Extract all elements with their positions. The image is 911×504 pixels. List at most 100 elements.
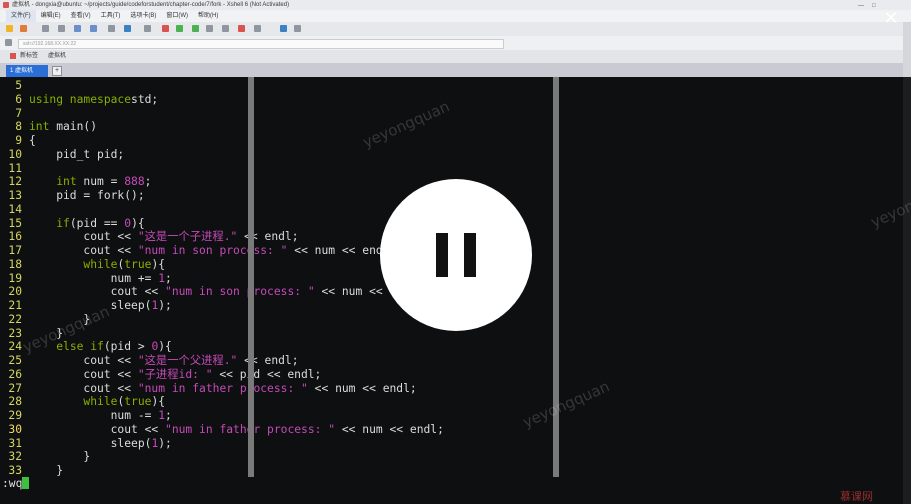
keyword: else if [56, 340, 104, 354]
window-title: 虚拟机 - dongxia@ubuntu: ~/projects/guide/c… [12, 2, 290, 8]
code-text: (pid == [69, 216, 125, 230]
toolbar [0, 22, 911, 36]
layout-icon[interactable] [254, 25, 261, 32]
code-line: 11 [0, 162, 444, 176]
code-text: ); [158, 299, 172, 312]
disconnect-icon[interactable] [42, 25, 49, 32]
menu-item[interactable]: 工具(T) [96, 10, 126, 22]
menu-item[interactable]: 帮助(H) [193, 10, 223, 22]
address-input[interactable]: ssh://192.168.XX.XX:22 [18, 39, 504, 49]
line-number: 6 [15, 92, 22, 106]
pause-icon [464, 233, 476, 277]
lock-icon[interactable] [206, 25, 213, 32]
code-line: 26 cout << "子进程id: " << pid << endl; [0, 368, 444, 382]
line-number: 28 [8, 395, 22, 409]
code-text: ; [165, 271, 172, 285]
code-text: ); [158, 436, 172, 450]
reconnect-icon[interactable] [58, 25, 65, 32]
line-number: 26 [8, 367, 22, 381]
code-line: 21 sleep(1); [0, 299, 444, 313]
find-icon[interactable] [108, 25, 115, 32]
menu-item[interactable]: 查看(V) [66, 10, 96, 22]
menu-item[interactable]: 编辑(E) [36, 10, 66, 22]
code-line: 16 cout << "这是一个子进程." << endl; [0, 230, 444, 244]
session-item-vm[interactable]: 虚拟机 [48, 50, 66, 63]
code-line: 13 pid = fork(); [0, 189, 444, 203]
code-text: ; [144, 175, 152, 189]
code-text: pid = fork(); [29, 189, 145, 202]
string-literal: "子进程id: " [137, 367, 213, 381]
code-text: num += [29, 271, 159, 285]
pause-button[interactable] [380, 179, 532, 331]
xftp-icon[interactable] [162, 25, 169, 32]
code-line: 20 cout << "num in son process: " << num… [0, 285, 444, 299]
session-bar: 新标签 虚拟机 [0, 50, 911, 63]
line-number: 24 [8, 340, 22, 354]
code-text: std; [131, 92, 159, 106]
new-session-icon[interactable] [6, 25, 13, 32]
number-literal: 888 [124, 175, 145, 189]
line-number: 22 [8, 312, 22, 326]
line-number: 16 [8, 230, 22, 244]
window-chrome: 虚拟机 - dongxia@ubuntu: ~/projects/guide/c… [0, 0, 911, 77]
brand-logo: 慕课网 [840, 490, 873, 503]
line-number: 9 [15, 134, 22, 147]
command-text: :wq [2, 477, 23, 490]
code-line: 28 while(true){ [0, 395, 444, 409]
code-text: << num << endl; [307, 381, 417, 395]
line-number: 8 [15, 120, 22, 134]
address-icon [5, 39, 12, 46]
code-text: ; [165, 409, 172, 422]
code-line: 6 using namespacestd; [0, 93, 444, 107]
code-text: cout << [29, 381, 138, 395]
line-number: 29 [8, 409, 22, 422]
line-number: 7 [15, 106, 22, 120]
session-item-new[interactable]: 新标签 [20, 50, 38, 63]
close-icon[interactable]: ✕ [880, 8, 902, 30]
code-text: sleep( [29, 436, 152, 450]
paste-icon[interactable] [90, 25, 97, 32]
settings-icon[interactable] [294, 25, 301, 32]
code-text: cout << [29, 285, 166, 299]
keyword: while [83, 395, 118, 409]
highlight-icon[interactable] [238, 25, 245, 32]
terminal-scrollbar[interactable] [903, 77, 911, 504]
copy-icon[interactable] [74, 25, 81, 32]
code-line: 14 [0, 203, 444, 217]
globe-icon[interactable] [124, 25, 131, 32]
line-number: 5 [15, 79, 22, 92]
menu-item[interactable]: 文件(F) [6, 10, 36, 22]
keyboard-icon[interactable] [222, 25, 229, 32]
vertical-divider [248, 77, 254, 477]
string-literal: "num in son process: " [165, 285, 315, 299]
keyword: true [124, 257, 152, 271]
code-line: 25 cout << "这是一个父进程." << endl; [0, 354, 444, 368]
code-line: 5 [0, 79, 444, 93]
add-tab-button[interactable]: + [52, 66, 62, 76]
line-number: 31 [8, 436, 22, 450]
open-folder-icon[interactable] [20, 25, 27, 32]
code-text: cout << [29, 354, 138, 367]
code-text: (pid > [103, 340, 152, 354]
session-icon [10, 53, 16, 59]
menu-item[interactable]: 选项卡(B) [125, 10, 161, 22]
code-line: 32 } [0, 450, 444, 464]
code-text: << pid << endl; [212, 367, 322, 381]
help-icon[interactable] [280, 25, 287, 32]
line-number: 27 [8, 381, 22, 395]
font-icon[interactable] [144, 25, 151, 32]
tunnel-icon[interactable] [176, 25, 183, 32]
code-text: cout << [29, 422, 166, 436]
app-icon [3, 2, 9, 8]
keyword: if [56, 216, 70, 230]
line-number: 10 [8, 147, 22, 161]
code-text: << endl; [237, 354, 299, 367]
script-icon[interactable] [192, 25, 199, 32]
code-line: 24 else if(pid > 0){ [0, 340, 444, 354]
line-number: 15 [8, 216, 22, 230]
tab-vm[interactable]: 1 虚拟机 [6, 65, 48, 77]
code-text: cout << [29, 244, 138, 257]
menu-item[interactable]: 窗口(W) [161, 10, 193, 22]
